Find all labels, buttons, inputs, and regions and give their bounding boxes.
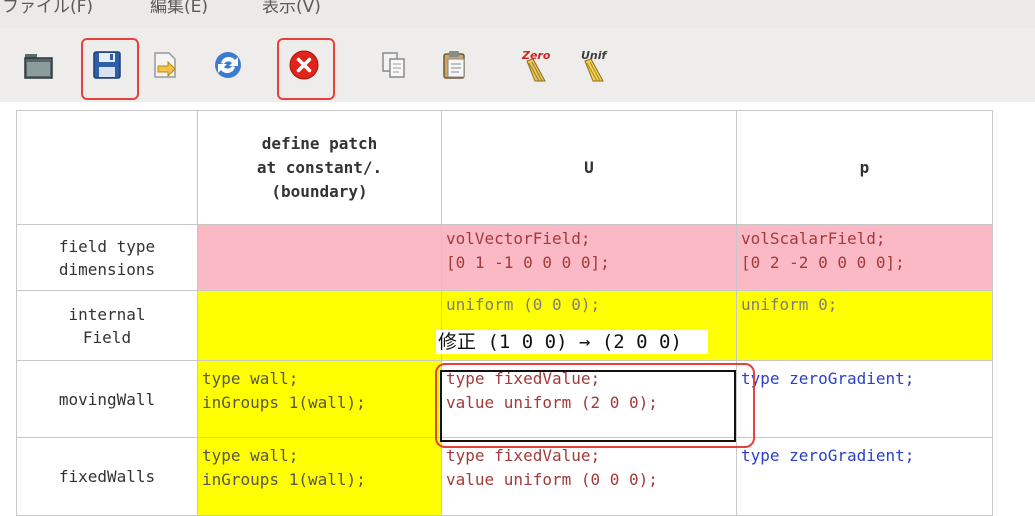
close-highlight-box bbox=[277, 38, 335, 100]
edit-cell-highlight bbox=[435, 363, 755, 448]
cell-field-type-U[interactable]: volVectorField; [0 1 -1 0 0 0 0]; bbox=[441, 224, 737, 291]
unif-clear-button[interactable]: Unif bbox=[576, 47, 612, 83]
cell-field-type-patch[interactable] bbox=[197, 224, 442, 291]
menu-view[interactable]: 表示(V) bbox=[262, 0, 321, 17]
row-label-text: field type dimensions bbox=[58, 236, 156, 279]
cell-text: uniform (0 0 0); bbox=[446, 295, 601, 314]
header-U-text: U bbox=[584, 157, 594, 177]
paste-button[interactable] bbox=[437, 47, 473, 83]
row-label-text: movingWall bbox=[58, 389, 156, 409]
cell-fixed-walls-p[interactable]: type zeroGradient; bbox=[736, 437, 993, 516]
row-label-text: internal Field bbox=[68, 304, 146, 347]
row-label-text: fixedWalls bbox=[58, 467, 156, 486]
boundary-table-container: define patch at constant/. (boundary) U … bbox=[16, 110, 993, 516]
modification-note: 修正 (1 0 0) → (2 0 0) bbox=[436, 330, 708, 354]
zero-clear-label: Zero bbox=[521, 49, 551, 62]
table-row: fixedWalls type wall; inGroups 1(wall); … bbox=[16, 437, 993, 516]
save-highlight-box bbox=[81, 38, 139, 100]
cell-text: type wall; inGroups 1(wall); bbox=[202, 446, 366, 489]
copy-button[interactable] bbox=[376, 47, 412, 83]
row-label-internal-field: internal Field bbox=[16, 290, 198, 361]
cell-text: type wall; inGroups 1(wall); bbox=[202, 369, 366, 412]
cell-fixed-walls-patch[interactable]: type wall; inGroups 1(wall); bbox=[197, 437, 442, 516]
row-label-fixed-walls: fixedWalls bbox=[16, 437, 198, 516]
cell-field-type-p[interactable]: volScalarField; [0 2 -2 0 0 0 0]; bbox=[736, 224, 993, 291]
table-header-row: define patch at constant/. (boundary) U … bbox=[16, 110, 993, 225]
zero-clear-button[interactable]: Zero bbox=[518, 47, 554, 83]
import-button[interactable] bbox=[147, 47, 183, 83]
cell-text: type zeroGradient; bbox=[741, 446, 915, 465]
cell-text: volVectorField; [0 1 -1 0 0 0 0]; bbox=[446, 229, 610, 272]
cell-text: volScalarField; [0 2 -2 0 0 0 0]; bbox=[741, 229, 905, 272]
row-label-field-type: field type dimensions bbox=[16, 224, 198, 291]
header-U: U bbox=[441, 110, 737, 225]
cell-internal-field-patch[interactable] bbox=[197, 290, 442, 361]
folder-icon bbox=[24, 54, 53, 79]
paste-icon bbox=[443, 51, 465, 79]
zero-clear-icon: Zero bbox=[521, 49, 551, 82]
header-define-patch: define patch at constant/. (boundary) bbox=[197, 110, 442, 225]
unif-clear-icon: Unif bbox=[581, 49, 608, 82]
copy-icon bbox=[382, 52, 405, 78]
cell-moving-wall-p[interactable]: type zeroGradient; bbox=[736, 360, 993, 438]
cell-internal-field-p[interactable]: uniform 0; bbox=[736, 290, 993, 361]
menu-edit[interactable]: 編集(E) bbox=[150, 0, 208, 17]
row-label-moving-wall: movingWall bbox=[16, 360, 198, 438]
refresh-icon bbox=[215, 52, 241, 78]
header-define-patch-text: define patch at constant/. (boundary) bbox=[256, 133, 383, 201]
menu-bar: ファイル(F) 編集(E) 表示(V) bbox=[0, 0, 1035, 28]
boundary-table: define patch at constant/. (boundary) U … bbox=[16, 110, 993, 516]
cell-moving-wall-patch[interactable]: type wall; inGroups 1(wall); bbox=[197, 360, 442, 438]
header-p: p bbox=[736, 110, 993, 225]
unif-clear-label: Unif bbox=[581, 49, 608, 62]
refresh-button[interactable] bbox=[210, 47, 246, 83]
cell-text: type zeroGradient; bbox=[741, 369, 915, 388]
cell-text: uniform 0; bbox=[741, 295, 838, 314]
menu-file[interactable]: ファイル(F) bbox=[2, 0, 93, 17]
cell-fixed-walls-U[interactable]: type fixedValue; value uniform (0 0 0); bbox=[441, 437, 737, 516]
import-arrow-icon bbox=[154, 52, 176, 78]
header-corner bbox=[16, 110, 198, 225]
toolbar: Zero Unif bbox=[0, 28, 1035, 102]
open-folder-button[interactable] bbox=[21, 47, 57, 83]
header-p-text: p bbox=[859, 157, 870, 177]
table-row: field type dimensions volVectorField; [0… bbox=[16, 224, 993, 291]
